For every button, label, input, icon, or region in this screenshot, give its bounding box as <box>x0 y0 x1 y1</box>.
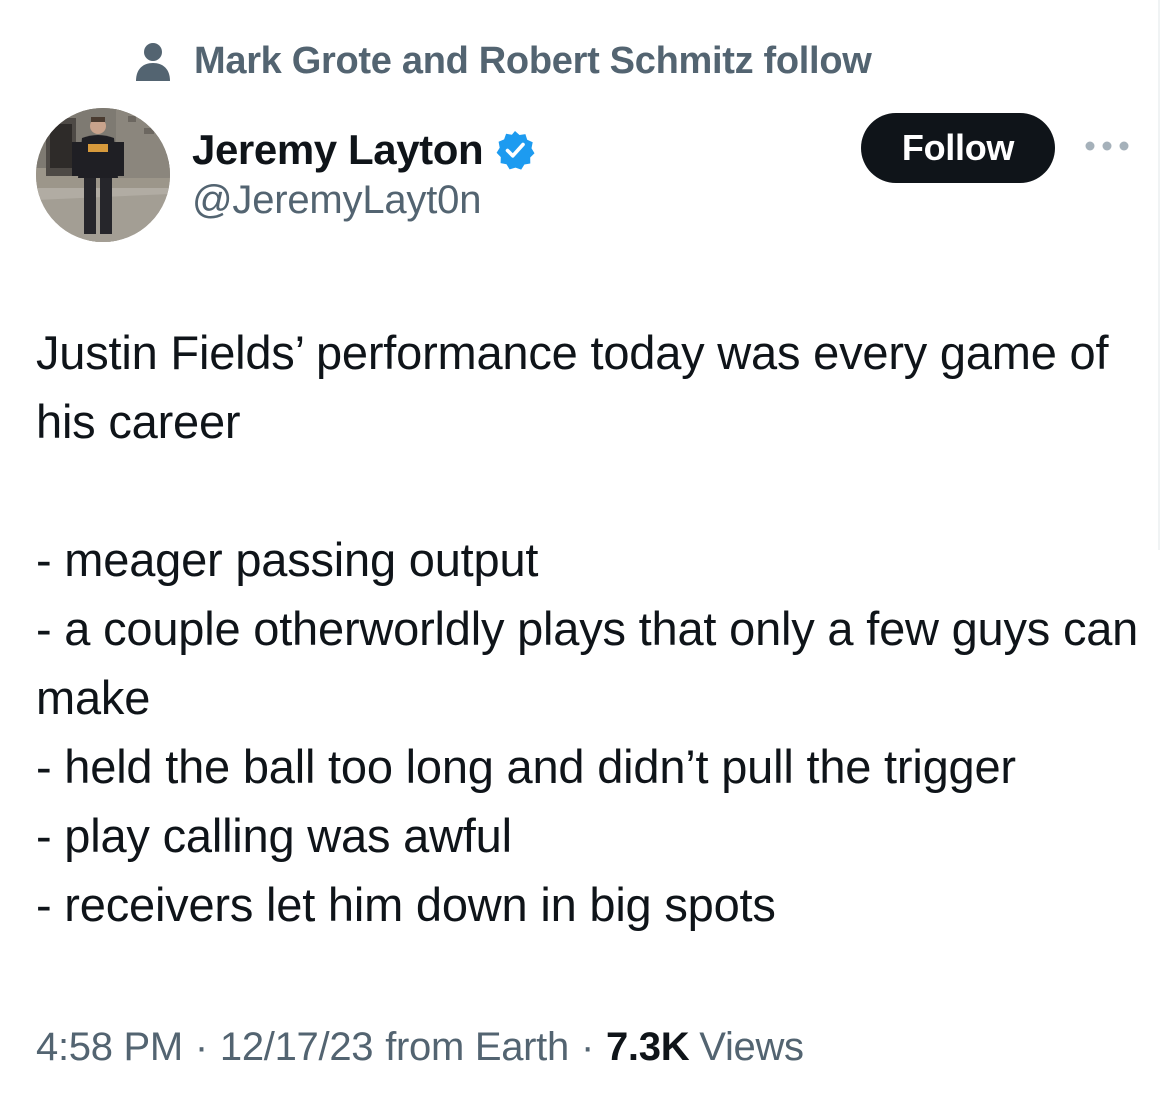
more-options-button[interactable] <box>1084 134 1130 162</box>
tweet-meta: 4:58 PM · 12/17/23 from Earth · 7.3K Vie… <box>36 1020 804 1074</box>
author-handle[interactable]: @JeremyLayt0n <box>192 178 481 223</box>
avatar[interactable] <box>36 108 170 242</box>
tweet-time[interactable]: 4:58 PM <box>36 1025 183 1070</box>
tweet-date[interactable]: 12/17/23 <box>220 1025 374 1070</box>
author-name-row[interactable]: Jeremy Layton <box>192 124 535 176</box>
views-label[interactable]: Views <box>699 1025 804 1070</box>
verified-badge-icon[interactable] <box>495 130 535 170</box>
tweet-text: Justin Fields’ performance today was eve… <box>36 326 1139 931</box>
social-context[interactable]: Mark Grote and Robert Schmitz follow <box>134 38 872 84</box>
meta-separator: · <box>580 1024 594 1069</box>
social-context-text: Mark Grote and Robert Schmitz follow <box>194 39 872 82</box>
meta-separator: · <box>194 1024 208 1069</box>
person-icon <box>134 41 172 81</box>
author-display-name[interactable]: Jeremy Layton <box>192 126 484 174</box>
follow-button[interactable]: Follow <box>861 113 1055 183</box>
tweet-source: from Earth <box>385 1024 569 1069</box>
more-icon <box>1084 139 1130 157</box>
views-count[interactable]: 7.3K <box>606 1025 690 1070</box>
right-edge-divider <box>1158 0 1160 550</box>
